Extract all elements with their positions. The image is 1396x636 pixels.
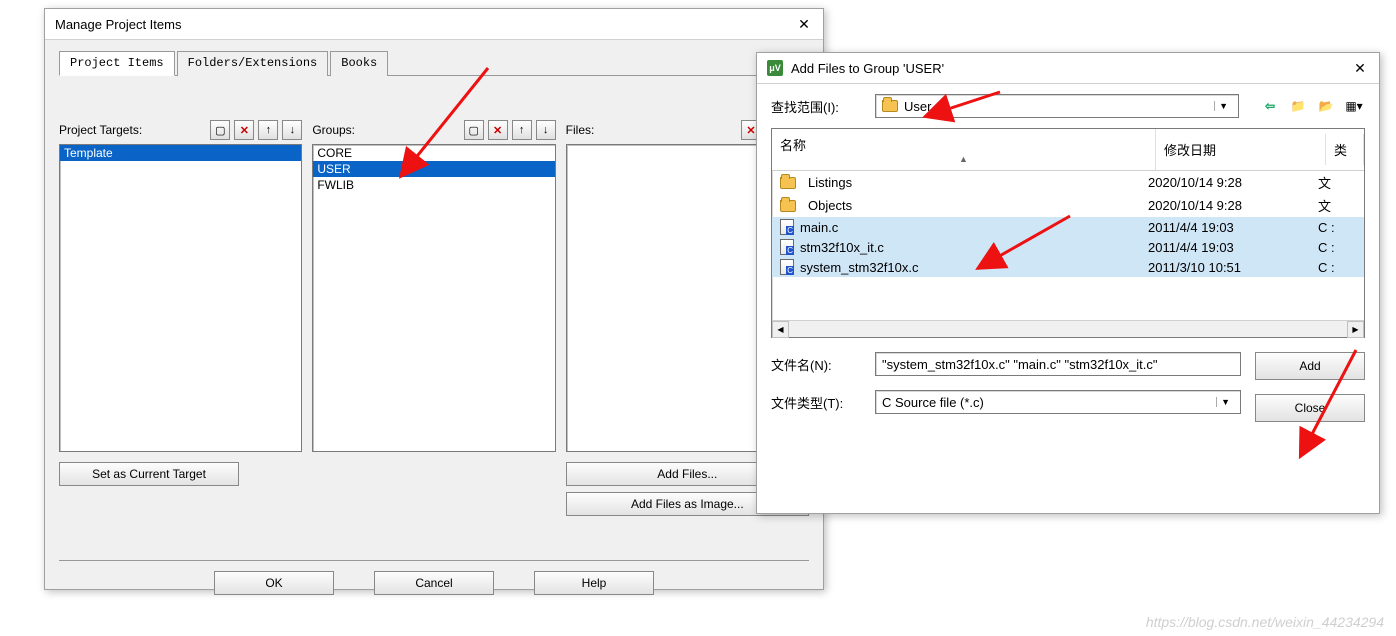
folder-icon xyxy=(780,200,796,212)
tab-project-items[interactable]: Project Items xyxy=(59,51,175,76)
c-file-icon xyxy=(780,219,794,235)
file-name: system_stm32f10x.c xyxy=(800,260,919,275)
title-bar: μV Add Files to Group 'USER' ✕ xyxy=(757,53,1379,84)
file-row[interactable]: Listings 2020/10/14 9:28文 xyxy=(772,171,1364,194)
folder-icon xyxy=(882,100,898,112)
c-file-icon xyxy=(780,239,794,255)
header-name[interactable]: 名称 ▲ xyxy=(772,129,1156,170)
filetype-value: C Source file (*.c) xyxy=(882,395,984,410)
title-bar: Manage Project Items ✕ xyxy=(45,9,823,40)
header-type[interactable]: 类 xyxy=(1326,134,1364,165)
app-icon: μV xyxy=(767,60,783,76)
filetype-label: 文件类型(T): xyxy=(771,393,863,412)
column-headers: 名称 ▲ 修改日期 类 xyxy=(772,129,1364,171)
file-type: C : xyxy=(1318,240,1356,255)
file-row[interactable]: stm32f10x_it.c 2011/4/4 19:03C : xyxy=(772,237,1364,257)
list-item[interactable]: FWLIB xyxy=(313,177,554,193)
file-type: C : xyxy=(1318,260,1356,275)
move-group-up-button[interactable]: ↑ xyxy=(512,120,532,140)
groups-list[interactable]: CORE USER FWLIB xyxy=(312,144,555,452)
set-current-target-button[interactable]: Set as Current Target xyxy=(59,462,239,486)
filename-label: 文件名(N): xyxy=(771,355,863,374)
back-icon[interactable]: ⇦ xyxy=(1259,95,1281,117)
files-label: Files: xyxy=(566,123,595,137)
window-title: Add Files to Group 'USER' xyxy=(791,61,1351,76)
horizontal-scrollbar[interactable]: ◀ ▶ xyxy=(772,320,1364,337)
close-button[interactable]: Close xyxy=(1255,394,1365,422)
ok-button[interactable]: OK xyxy=(214,571,334,595)
file-date: 2011/3/10 10:51 xyxy=(1148,260,1318,275)
file-name: Objects xyxy=(808,198,852,213)
file-row[interactable]: system_stm32f10x.c 2011/3/10 10:51C : xyxy=(772,257,1364,277)
list-item[interactable]: USER xyxy=(313,161,554,177)
file-name: Listings xyxy=(808,175,852,190)
folder-icon xyxy=(780,177,796,189)
c-file-icon xyxy=(780,259,794,275)
delete-target-button[interactable]: ✕ xyxy=(234,120,254,140)
close-icon[interactable]: ✕ xyxy=(1351,59,1369,77)
view-menu-icon[interactable]: ▦▾ xyxy=(1343,95,1365,117)
chevron-down-icon: ▼ xyxy=(1214,101,1232,111)
project-targets-column: Project Targets: ▢ ✕ ↑ ↓ Template Set as… xyxy=(59,120,302,516)
move-target-down-button[interactable]: ↓ xyxy=(282,120,302,140)
scroll-left-icon[interactable]: ◀ xyxy=(772,321,789,338)
filetype-combo[interactable]: C Source file (*.c) ▼ xyxy=(875,390,1241,414)
delete-group-button[interactable]: ✕ xyxy=(488,120,508,140)
new-target-button[interactable]: ▢ xyxy=(210,120,230,140)
move-group-down-button[interactable]: ↓ xyxy=(536,120,556,140)
close-icon[interactable]: ✕ xyxy=(795,15,813,33)
tab-folders-extensions[interactable]: Folders/Extensions xyxy=(177,51,329,76)
tab-books[interactable]: Books xyxy=(330,51,388,76)
look-in-label: 查找范围(I): xyxy=(771,97,863,116)
chevron-down-icon: ▼ xyxy=(1216,397,1234,407)
new-group-button[interactable]: ▢ xyxy=(464,120,484,140)
add-button[interactable]: Add xyxy=(1255,352,1365,380)
look-in-combo[interactable]: User ▼ xyxy=(875,94,1239,118)
file-name: main.c xyxy=(800,220,838,235)
file-date: 2011/4/4 19:03 xyxy=(1148,240,1318,255)
groups-label: Groups: xyxy=(312,123,355,137)
file-row[interactable]: main.c 2011/4/4 19:03C : xyxy=(772,217,1364,237)
watermark: https://blog.csdn.net/weixin_44234294 xyxy=(1146,614,1384,630)
groups-column: Groups: ▢ ✕ ↑ ↓ CORE USER FWLIB xyxy=(312,120,555,516)
header-date[interactable]: 修改日期 xyxy=(1156,134,1326,165)
move-target-up-button[interactable]: ↑ xyxy=(258,120,278,140)
scroll-right-icon[interactable]: ▶ xyxy=(1347,321,1364,338)
project-targets-list[interactable]: Template xyxy=(59,144,302,452)
file-type: 文 xyxy=(1318,196,1356,215)
file-name: stm32f10x_it.c xyxy=(800,240,884,255)
up-folder-icon[interactable]: 📁 xyxy=(1287,95,1309,117)
tab-bar: Project Items Folders/Extensions Books xyxy=(59,50,809,76)
window-title: Manage Project Items xyxy=(55,17,795,32)
add-files-window: μV Add Files to Group 'USER' ✕ 查找范围(I): … xyxy=(756,52,1380,514)
look-in-value: User xyxy=(904,99,931,114)
manage-project-items-window: Manage Project Items ✕ Project Items Fol… xyxy=(44,8,824,590)
sort-asc-icon: ▲ xyxy=(780,154,1147,164)
help-button[interactable]: Help xyxy=(534,571,654,595)
nav-icons: ⇦ 📁 📂 ▦▾ xyxy=(1259,95,1365,117)
filename-input[interactable] xyxy=(875,352,1241,376)
file-date: 2020/10/14 9:28 xyxy=(1148,198,1318,213)
file-date: 2020/10/14 9:28 xyxy=(1148,175,1318,190)
file-type: 文 xyxy=(1318,173,1356,192)
file-row[interactable]: Objects 2020/10/14 9:28文 xyxy=(772,194,1364,217)
list-item[interactable]: Template xyxy=(60,145,301,161)
project-targets-label: Project Targets: xyxy=(59,123,142,137)
file-type: C : xyxy=(1318,220,1356,235)
file-list[interactable]: 名称 ▲ 修改日期 类 Listings2020/10/14 9:28文Obje… xyxy=(771,128,1365,338)
cancel-button[interactable]: Cancel xyxy=(374,571,494,595)
file-date: 2011/4/4 19:03 xyxy=(1148,220,1318,235)
new-folder-icon[interactable]: 📂 xyxy=(1315,95,1337,117)
list-item[interactable]: CORE xyxy=(313,145,554,161)
